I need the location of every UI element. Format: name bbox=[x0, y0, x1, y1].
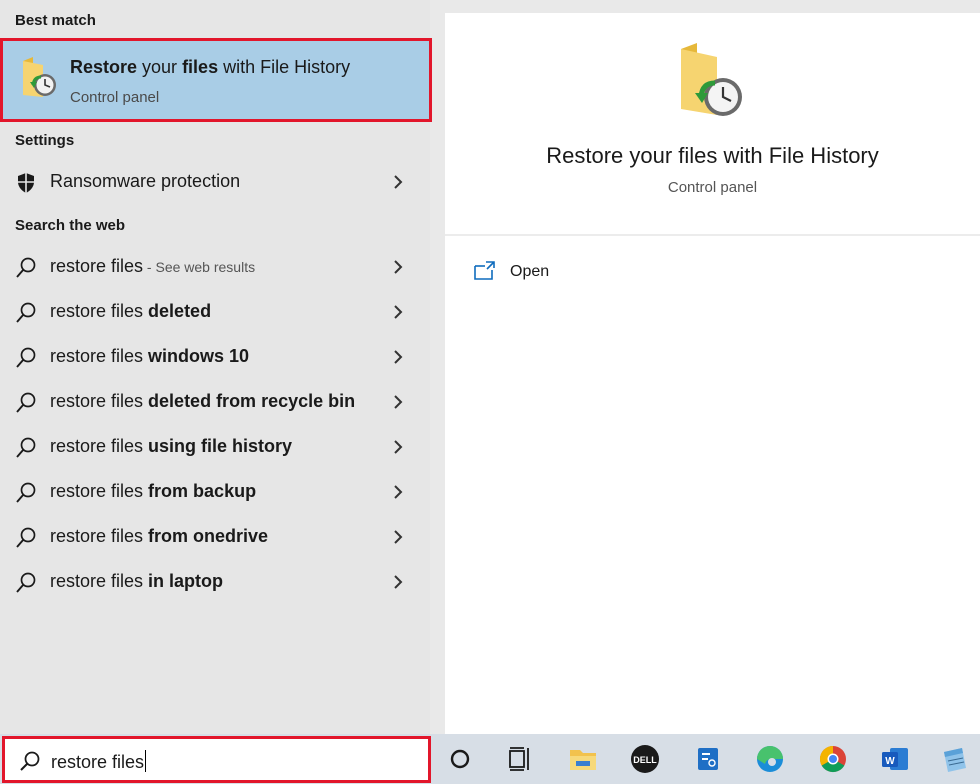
chevron-right-icon[interactable] bbox=[390, 303, 406, 321]
settings-item-ransomware-protection[interactable]: Ransomware protection bbox=[0, 160, 430, 204]
edge-icon bbox=[757, 746, 783, 772]
settings-header: Settings bbox=[15, 132, 75, 149]
open-window-icon bbox=[473, 261, 495, 281]
search-icon bbox=[14, 346, 38, 370]
web-result-label: restore files from backup bbox=[50, 481, 257, 501]
web-result-item[interactable]: restore files deleted from recycle bin bbox=[0, 380, 430, 424]
word-button[interactable]: W bbox=[870, 734, 920, 784]
search-input[interactable]: restore files bbox=[2, 736, 431, 783]
search-icon bbox=[14, 436, 38, 460]
file-history-icon bbox=[19, 55, 61, 99]
web-result-item[interactable]: restore files using file history bbox=[0, 425, 430, 469]
chevron-right-icon[interactable] bbox=[390, 483, 406, 501]
search-icon bbox=[14, 256, 38, 280]
dell-icon: DELL bbox=[631, 745, 659, 773]
preview-card: Restore your files with File History Con… bbox=[445, 13, 980, 734]
search-icon bbox=[19, 750, 41, 772]
shield-icon bbox=[14, 171, 38, 195]
web-result-item[interactable]: restore files from onedrive bbox=[0, 515, 430, 559]
search-web-header: Search the web bbox=[15, 217, 126, 234]
best-match-subtitle: Control panel bbox=[70, 89, 160, 106]
best-match-item[interactable]: Restore your files with File History Con… bbox=[0, 38, 432, 122]
web-result-label: restore files - See web results bbox=[50, 256, 256, 276]
search-input-value: restore files bbox=[51, 750, 147, 772]
chevron-right-icon[interactable] bbox=[390, 348, 406, 366]
chevron-right-icon[interactable] bbox=[390, 573, 406, 591]
web-result-label: restore files windows 10 bbox=[50, 346, 250, 366]
web-result-item[interactable]: restore files from backup bbox=[0, 470, 430, 514]
task-view-button[interactable] bbox=[495, 734, 545, 784]
file-explorer-icon bbox=[570, 750, 596, 770]
edge-button[interactable] bbox=[745, 734, 795, 784]
best-match-title: Restore your files with File History bbox=[70, 57, 351, 77]
web-result-label: restore files deleted bbox=[50, 301, 212, 321]
web-result-item[interactable]: restore files in laptop bbox=[0, 560, 430, 604]
chevron-right-icon[interactable] bbox=[390, 258, 406, 276]
search-icon bbox=[14, 391, 38, 415]
divider bbox=[445, 234, 980, 236]
search-icon bbox=[14, 526, 38, 550]
chevron-right-icon[interactable] bbox=[390, 528, 406, 546]
settings-item-label: Ransomware protection bbox=[50, 171, 241, 191]
web-result-label: restore files from onedrive bbox=[50, 526, 269, 546]
search-icon bbox=[14, 301, 38, 325]
chevron-right-icon[interactable] bbox=[390, 438, 406, 456]
text-caret bbox=[145, 750, 147, 772]
dell-button[interactable]: DELL bbox=[620, 734, 670, 784]
word-icon: W bbox=[882, 748, 908, 770]
notepad-button[interactable] bbox=[930, 734, 980, 784]
chevron-right-icon[interactable] bbox=[390, 393, 406, 411]
task-view-icon bbox=[509, 747, 529, 771]
chrome-button[interactable] bbox=[808, 734, 858, 784]
cortana-icon bbox=[450, 749, 470, 769]
svg-text:DELL: DELL bbox=[633, 755, 657, 765]
file-explorer-button[interactable] bbox=[558, 734, 608, 784]
chrome-icon bbox=[819, 745, 846, 773]
web-result-item[interactable]: restore files deleted bbox=[0, 290, 430, 334]
search-icon bbox=[14, 571, 38, 595]
web-result-item[interactable]: restore files - See web results bbox=[0, 245, 430, 289]
web-result-label: restore files in laptop bbox=[50, 571, 224, 591]
web-result-label: restore files deleted from recycle bin bbox=[50, 391, 356, 411]
notepad-icon bbox=[944, 748, 966, 772]
preview-subtitle: Control panel bbox=[667, 179, 758, 196]
file-history-icon bbox=[675, 43, 749, 119]
svg-text:W: W bbox=[885, 756, 895, 767]
chevron-right-icon[interactable] bbox=[390, 173, 406, 191]
preview-title: Restore your files with File History bbox=[546, 143, 879, 168]
cortana-button[interactable] bbox=[435, 734, 485, 784]
search-icon bbox=[14, 481, 38, 505]
web-result-label: restore files using file history bbox=[50, 436, 293, 456]
app-icon bbox=[698, 748, 718, 770]
best-match-header: Best match bbox=[15, 12, 96, 29]
app-button[interactable] bbox=[683, 734, 733, 784]
web-result-item[interactable]: restore files windows 10 bbox=[0, 335, 430, 379]
open-label: Open bbox=[510, 263, 550, 280]
open-button[interactable]: Open bbox=[470, 258, 590, 288]
